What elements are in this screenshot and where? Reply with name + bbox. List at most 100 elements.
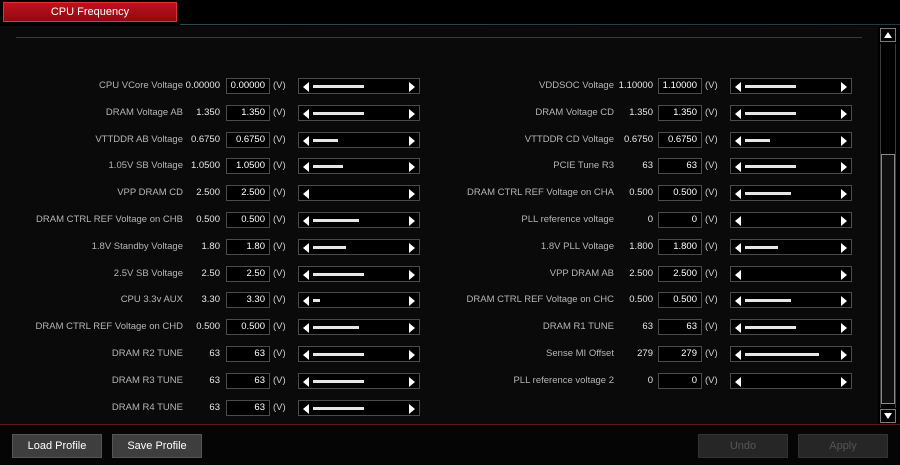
value-input[interactable]: 0.500	[658, 185, 702, 202]
value-slider[interactable]	[730, 104, 852, 121]
decrease-arrow-icon[interactable]	[735, 296, 741, 307]
value-slider[interactable]	[730, 265, 852, 282]
decrease-arrow-icon[interactable]	[735, 135, 741, 146]
current-value: 0	[647, 374, 653, 386]
setting-label: VDDSOC Voltage	[539, 80, 614, 91]
current-value: 0.500	[629, 294, 653, 306]
unit-label: (V)	[705, 160, 718, 172]
decrease-arrow-icon[interactable]	[735, 269, 741, 280]
current-value: 2.500	[629, 267, 653, 279]
setting-label: DRAM CTRL REF Voltage on CHA	[467, 187, 614, 199]
value-input[interactable]: 0	[658, 372, 702, 389]
slider-level-bar	[745, 326, 796, 330]
increase-arrow-icon[interactable]	[841, 216, 847, 226]
decrease-arrow-icon[interactable]	[735, 376, 741, 387]
value-slider[interactable]	[730, 185, 852, 202]
setting-row: DRAM Voltage CD 1.350 1.350 (V)	[0, 104, 878, 121]
decrease-arrow-icon[interactable]	[303, 403, 309, 414]
value-input[interactable]: 1.800	[658, 238, 702, 255]
setting-label: VPP DRAM AB	[549, 267, 614, 279]
increase-arrow-icon[interactable]	[841, 269, 847, 280]
increase-arrow-icon[interactable]	[841, 323, 847, 334]
save-profile-button[interactable]: Save Profile	[112, 434, 202, 458]
value-slider[interactable]	[730, 346, 852, 362]
current-value: 0.500	[629, 187, 653, 199]
unit-label: (V)	[705, 187, 718, 199]
decrease-arrow-icon[interactable]	[735, 242, 741, 253]
setting-row: PLL reference voltage 0 0 (V)	[0, 212, 878, 228]
value-input[interactable]: 1.350	[658, 104, 702, 121]
setting-label: PLL reference voltage	[521, 214, 614, 225]
setting-label: PLL reference voltage 2	[513, 374, 614, 386]
unit-label: (V)	[705, 240, 718, 252]
increase-arrow-icon[interactable]	[841, 162, 847, 173]
slider-level-bar	[313, 406, 364, 410]
slider-level-bar	[745, 165, 796, 169]
scroll-down-icon[interactable]	[880, 409, 896, 423]
decrease-arrow-icon[interactable]	[735, 162, 741, 173]
increase-arrow-icon[interactable]	[841, 108, 847, 119]
scroll-thumb[interactable]	[881, 154, 895, 404]
apply-button[interactable]: Apply	[798, 434, 888, 458]
decrease-arrow-icon[interactable]	[735, 350, 741, 360]
increase-arrow-icon[interactable]	[841, 135, 847, 146]
increase-arrow-icon[interactable]	[841, 350, 847, 360]
increase-arrow-icon[interactable]	[841, 376, 847, 387]
value-slider[interactable]	[730, 212, 852, 228]
decrease-arrow-icon[interactable]	[735, 189, 741, 200]
slider-level-bar	[745, 245, 779, 249]
increase-arrow-icon[interactable]	[841, 82, 847, 92]
scroll-up-icon[interactable]	[880, 28, 896, 42]
unit-label: (V)	[705, 267, 718, 279]
setting-row: VDDSOC Voltage 1.10000 1.10000 (V)	[0, 78, 878, 94]
unit-label: (V)	[273, 401, 286, 413]
value-input[interactable]: 1.10000	[658, 78, 702, 94]
value-input[interactable]: 2.500	[658, 265, 702, 282]
undo-button[interactable]: Undo	[698, 434, 788, 458]
value-slider[interactable]	[730, 319, 852, 336]
current-value: 63	[642, 160, 653, 172]
bottom-bar: Load Profile Save Profile Undo Apply	[0, 424, 900, 465]
unit-label: (V)	[705, 321, 718, 333]
top-bar: CPU Frequency	[0, 0, 900, 26]
current-value: 279	[637, 348, 653, 359]
setting-label: DRAM CTRL REF Voltage on CHC	[466, 294, 614, 306]
value-input[interactable]: 63	[658, 319, 702, 336]
value-slider[interactable]	[730, 131, 852, 148]
setting-row: 1.8V PLL Voltage 1.800 1.800 (V)	[0, 238, 878, 255]
increase-arrow-icon[interactable]	[841, 296, 847, 307]
slider-level-bar	[745, 111, 796, 115]
decrease-arrow-icon[interactable]	[735, 82, 741, 92]
setting-row: Sense MI Offset 279 279 (V)	[0, 346, 878, 362]
unit-label: (V)	[705, 294, 718, 306]
vertical-scrollbar[interactable]	[878, 26, 900, 424]
value-slider[interactable]	[730, 238, 852, 255]
value-input[interactable]: 0.500	[658, 292, 702, 309]
value-input[interactable]: 0.6750	[658, 131, 702, 148]
value-slider[interactable]	[730, 78, 852, 94]
increase-arrow-icon[interactable]	[409, 403, 415, 414]
value-input[interactable]: 279	[658, 346, 702, 362]
value-input[interactable]: 63	[226, 399, 270, 416]
value-input[interactable]: 0	[658, 212, 702, 228]
value-slider[interactable]	[730, 158, 852, 175]
value-slider[interactable]	[730, 372, 852, 389]
unit-label: (V)	[705, 133, 718, 145]
decrease-arrow-icon[interactable]	[735, 108, 741, 119]
unit-label: (V)	[705, 214, 718, 225]
value-slider[interactable]	[298, 399, 420, 416]
slider-level-bar	[745, 353, 819, 356]
tab-cpu-frequency[interactable]: CPU Frequency	[3, 2, 177, 22]
increase-arrow-icon[interactable]	[841, 242, 847, 253]
current-value: 0	[647, 214, 653, 225]
decrease-arrow-icon[interactable]	[735, 216, 741, 226]
current-value: 1.10000	[618, 80, 653, 91]
setting-row: PLL reference voltage 2 0 0 (V)	[0, 372, 878, 389]
value-input[interactable]: 63	[658, 158, 702, 175]
load-profile-button[interactable]: Load Profile	[12, 434, 102, 458]
value-slider[interactable]	[730, 292, 852, 309]
increase-arrow-icon[interactable]	[841, 189, 847, 200]
setting-label: DRAM Voltage CD	[535, 106, 614, 118]
decrease-arrow-icon[interactable]	[735, 323, 741, 334]
setting-row: VTTDDR CD Voltage 0.6750 0.6750 (V)	[0, 131, 878, 148]
